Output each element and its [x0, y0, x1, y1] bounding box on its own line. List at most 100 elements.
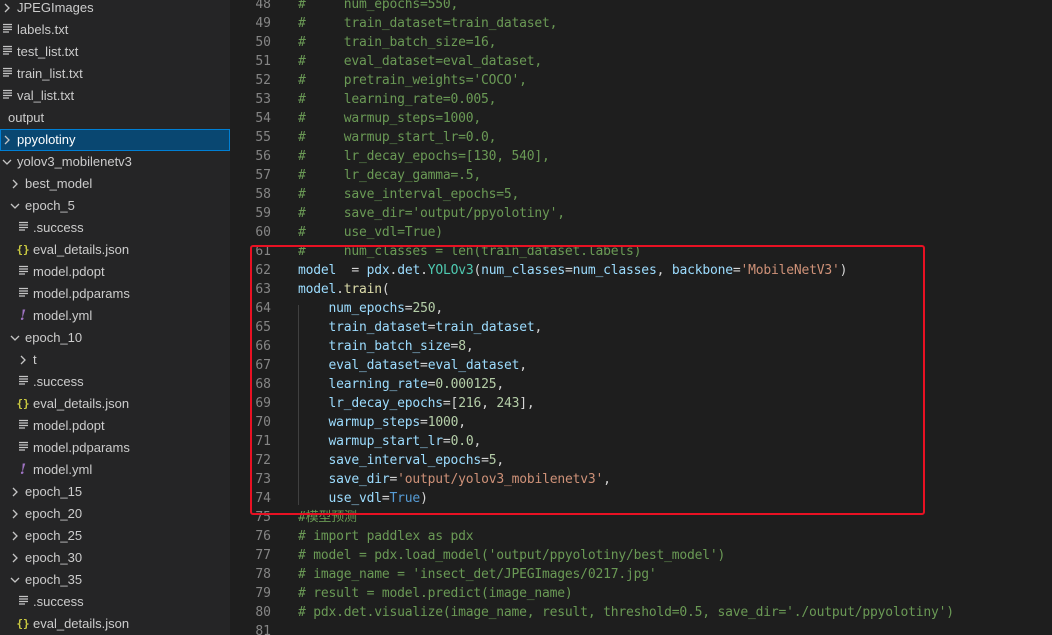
tree-item[interactable]: model.pdopt — [0, 261, 230, 283]
tree-item[interactable]: epoch_30 — [0, 547, 230, 569]
text-file-icon — [16, 437, 30, 459]
chevron-right-icon — [8, 547, 22, 569]
tree-item[interactable]: test_list.txt — [0, 41, 230, 63]
tree-item[interactable]: JPEGImages — [0, 0, 230, 19]
code-text: # pretrain_weights='COCO', — [298, 71, 527, 90]
text-file-icon — [0, 63, 14, 85]
code-line[interactable]: 53 # learning_rate=0.005, — [230, 90, 1052, 109]
code-text: # result = model.predict(image_name) — [298, 584, 573, 603]
tree-item-label: epoch_25 — [25, 528, 83, 543]
code-token: # warmup_start_lr=0.0, — [298, 130, 497, 145]
tree-item[interactable]: ! model.yml — [0, 459, 230, 481]
text-file-icon — [0, 19, 14, 41]
line-number: 55 — [255, 130, 271, 145]
code-line[interactable]: 57 # lr_decay_gamma=.5, — [230, 166, 1052, 185]
code-line[interactable]: 51 # eval_dataset=eval_dataset, — [230, 52, 1052, 71]
text-file-icon — [16, 283, 30, 305]
tree-item[interactable]: t — [0, 349, 230, 371]
code-token: # save_interval_epochs=5, — [298, 187, 520, 202]
tree-item-label: output — [8, 110, 45, 125]
tree-item[interactable]: epoch_10 — [0, 327, 230, 349]
code-line[interactable]: 77 # model = pdx.load_model('output/ppyol… — [230, 546, 1052, 565]
tree-item[interactable]: {} eval_details.json — [0, 239, 230, 261]
tree-item-label: .success — [33, 594, 84, 609]
chevron-down-icon — [8, 569, 22, 591]
tree-item[interactable]: {} eval_details.json — [0, 613, 230, 635]
text-file-icon — [16, 591, 30, 613]
tree-item[interactable]: {} eval_details.json — [0, 393, 230, 415]
line-number: 48 — [255, 0, 271, 12]
tree-item-label: epoch_15 — [25, 484, 83, 499]
code-text: # warmup_start_lr=0.0, — [298, 128, 496, 147]
tree-item-label: model.pdparams — [33, 440, 130, 455]
file-tree: JPEGImages labels.txt test_list.txt train_l… — [0, 0, 230, 635]
chevron-right-icon — [0, 129, 14, 151]
line-number: 57 — [255, 168, 271, 183]
line-number: 49 — [255, 16, 271, 31]
code-line[interactable]: 49 # train_dataset=train_dataset, — [230, 14, 1052, 33]
code-line[interactable]: 76 # import paddlex as pdx — [230, 527, 1052, 546]
code-line[interactable]: 58 # save_interval_epochs=5, — [230, 185, 1052, 204]
line-number: 59 — [255, 206, 271, 221]
code-line[interactable]: 52 # pretrain_weights='COCO', — [230, 71, 1052, 90]
tree-item[interactable]: ! model.yml — [0, 305, 230, 327]
code-line[interactable]: 80 # pdx.det.visualize(image_name, result… — [230, 603, 1052, 622]
chevron-right-icon — [8, 525, 22, 547]
tree-item[interactable]: ppyolotiny — [0, 129, 230, 151]
code-line[interactable]: 79 # result = model.predict(image_name) — [230, 584, 1052, 603]
tree-item[interactable]: best_model — [0, 173, 230, 195]
tree-item[interactable]: .success — [0, 591, 230, 613]
tree-item[interactable]: labels.txt — [0, 19, 230, 41]
code-text: # import paddlex as pdx — [298, 527, 474, 546]
code-line[interactable]: 55 # warmup_start_lr=0.0, — [230, 128, 1052, 147]
tree-item[interactable]: output — [0, 107, 230, 129]
line-number: 54 — [255, 111, 271, 126]
tree-item[interactable]: epoch_20 — [0, 503, 230, 525]
tree-item-label: .success — [33, 220, 84, 235]
text-file-icon — [0, 41, 14, 63]
code-line[interactable]: 56 # lr_decay_epochs=[130, 540], — [230, 147, 1052, 166]
code-text: # save_interval_epochs=5, — [298, 185, 519, 204]
tree-item[interactable]: val_list.txt — [0, 85, 230, 107]
json-file-icon: {} — [16, 243, 30, 256]
tree-item[interactable]: model.pdparams — [0, 437, 230, 459]
code-token: # save_dir='output/ppyolotiny', — [298, 206, 565, 221]
yaml-file-icon: ! — [19, 462, 27, 478]
tree-item[interactable]: .success — [0, 371, 230, 393]
tree-item-label: epoch_10 — [25, 330, 83, 345]
tree-item[interactable]: yolov3_mobilenetv3 — [0, 151, 230, 173]
json-file-icon: {} — [16, 617, 30, 630]
tree-item[interactable]: model.pdopt — [0, 415, 230, 437]
chevron-down-icon — [8, 327, 22, 349]
tree-item-label: labels.txt — [17, 22, 69, 37]
code-text: # warmup_steps=1000, — [298, 109, 481, 128]
code-token: # lr_decay_gamma=.5, — [298, 168, 482, 183]
tree-item[interactable]: epoch_5 — [0, 195, 230, 217]
tree-item[interactable]: train_list.txt — [0, 63, 230, 85]
code-editor[interactable]: 48 # num_epochs=550, 49 # train_dataset=tra… — [230, 0, 1052, 635]
tree-item[interactable]: .success — [0, 217, 230, 239]
code-line[interactable]: 59 # save_dir='output/ppyolotiny', — [230, 204, 1052, 223]
line-number: 53 — [255, 92, 271, 107]
code-text: # image_name = 'insect_det/JPEGImages/02… — [298, 565, 657, 584]
tree-item-label: train_list.txt — [17, 66, 83, 81]
code-text: # lr_decay_gamma=.5, — [298, 166, 481, 185]
code-line[interactable]: 54 # warmup_steps=1000, — [230, 109, 1052, 128]
tree-item[interactable]: epoch_15 — [0, 481, 230, 503]
line-number: 56 — [255, 149, 271, 164]
file-explorer: JPEGImages labels.txt test_list.txt train_l… — [0, 0, 230, 635]
code-line[interactable]: 78 # image_name = 'insect_det/JPEGImages/… — [230, 565, 1052, 584]
tree-item[interactable]: epoch_25 — [0, 525, 230, 547]
line-number: 79 — [255, 586, 271, 601]
code-line[interactable]: 60 # use_vdl=True) — [230, 223, 1052, 242]
tree-item[interactable]: model.pdparams — [0, 283, 230, 305]
text-file-icon — [0, 85, 14, 107]
code-line[interactable]: 50 # train_batch_size=16, — [230, 33, 1052, 52]
code-text: # save_dir='output/ppyolotiny', — [298, 204, 565, 223]
code-line[interactable]: 48 # num_epochs=550, — [230, 0, 1052, 14]
code-token: # eval_dataset=eval_dataset, — [298, 54, 543, 69]
tree-item[interactable]: epoch_35 — [0, 569, 230, 591]
code-text: # pdx.det.visualize(image_name, result, … — [298, 603, 954, 622]
code-line[interactable]: 81 — [230, 622, 1052, 635]
code-token: # train_dataset=train_dataset, — [298, 16, 558, 31]
